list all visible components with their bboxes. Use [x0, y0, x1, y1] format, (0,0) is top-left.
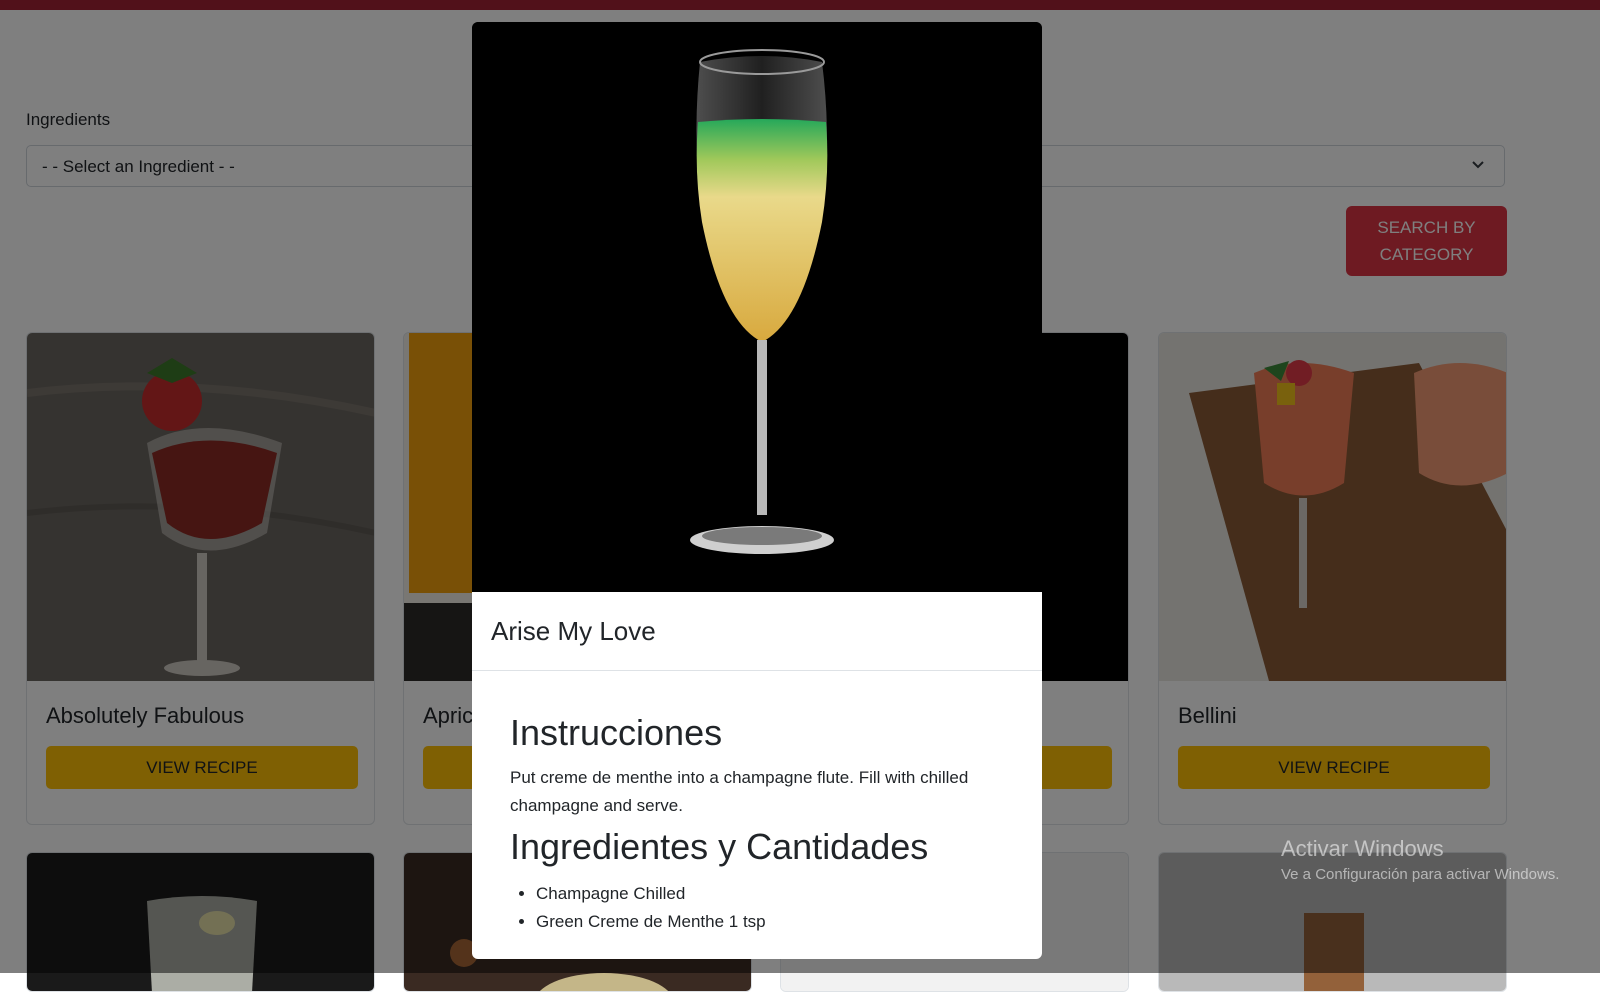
- list-item: Green Creme de Menthe 1 tsp: [536, 908, 1010, 936]
- recipe-modal: Arise My Love Instrucciones Put creme de…: [472, 22, 1042, 959]
- instructions-heading: Instrucciones: [510, 712, 723, 753]
- instructions-text: Put creme de menthe into a champagne flu…: [510, 768, 969, 815]
- ingredients-list: Champagne Chilled Green Creme de Menthe …: [510, 880, 1010, 936]
- windows-activation-subtitle: Ve a Configuración para activar Windows.: [1281, 866, 1560, 883]
- modal-header: Arise My Love: [472, 592, 1042, 671]
- ingredients-heading: Ingredientes y Cantidades: [510, 826, 929, 867]
- modal-title: Arise My Love: [491, 616, 656, 646]
- windows-activation-title: Activar Windows: [1281, 836, 1444, 861]
- list-item: Champagne Chilled: [536, 880, 1010, 908]
- cocktail-image: [472, 22, 1042, 592]
- modal-body: Instrucciones Put creme de menthe into a…: [510, 712, 1010, 936]
